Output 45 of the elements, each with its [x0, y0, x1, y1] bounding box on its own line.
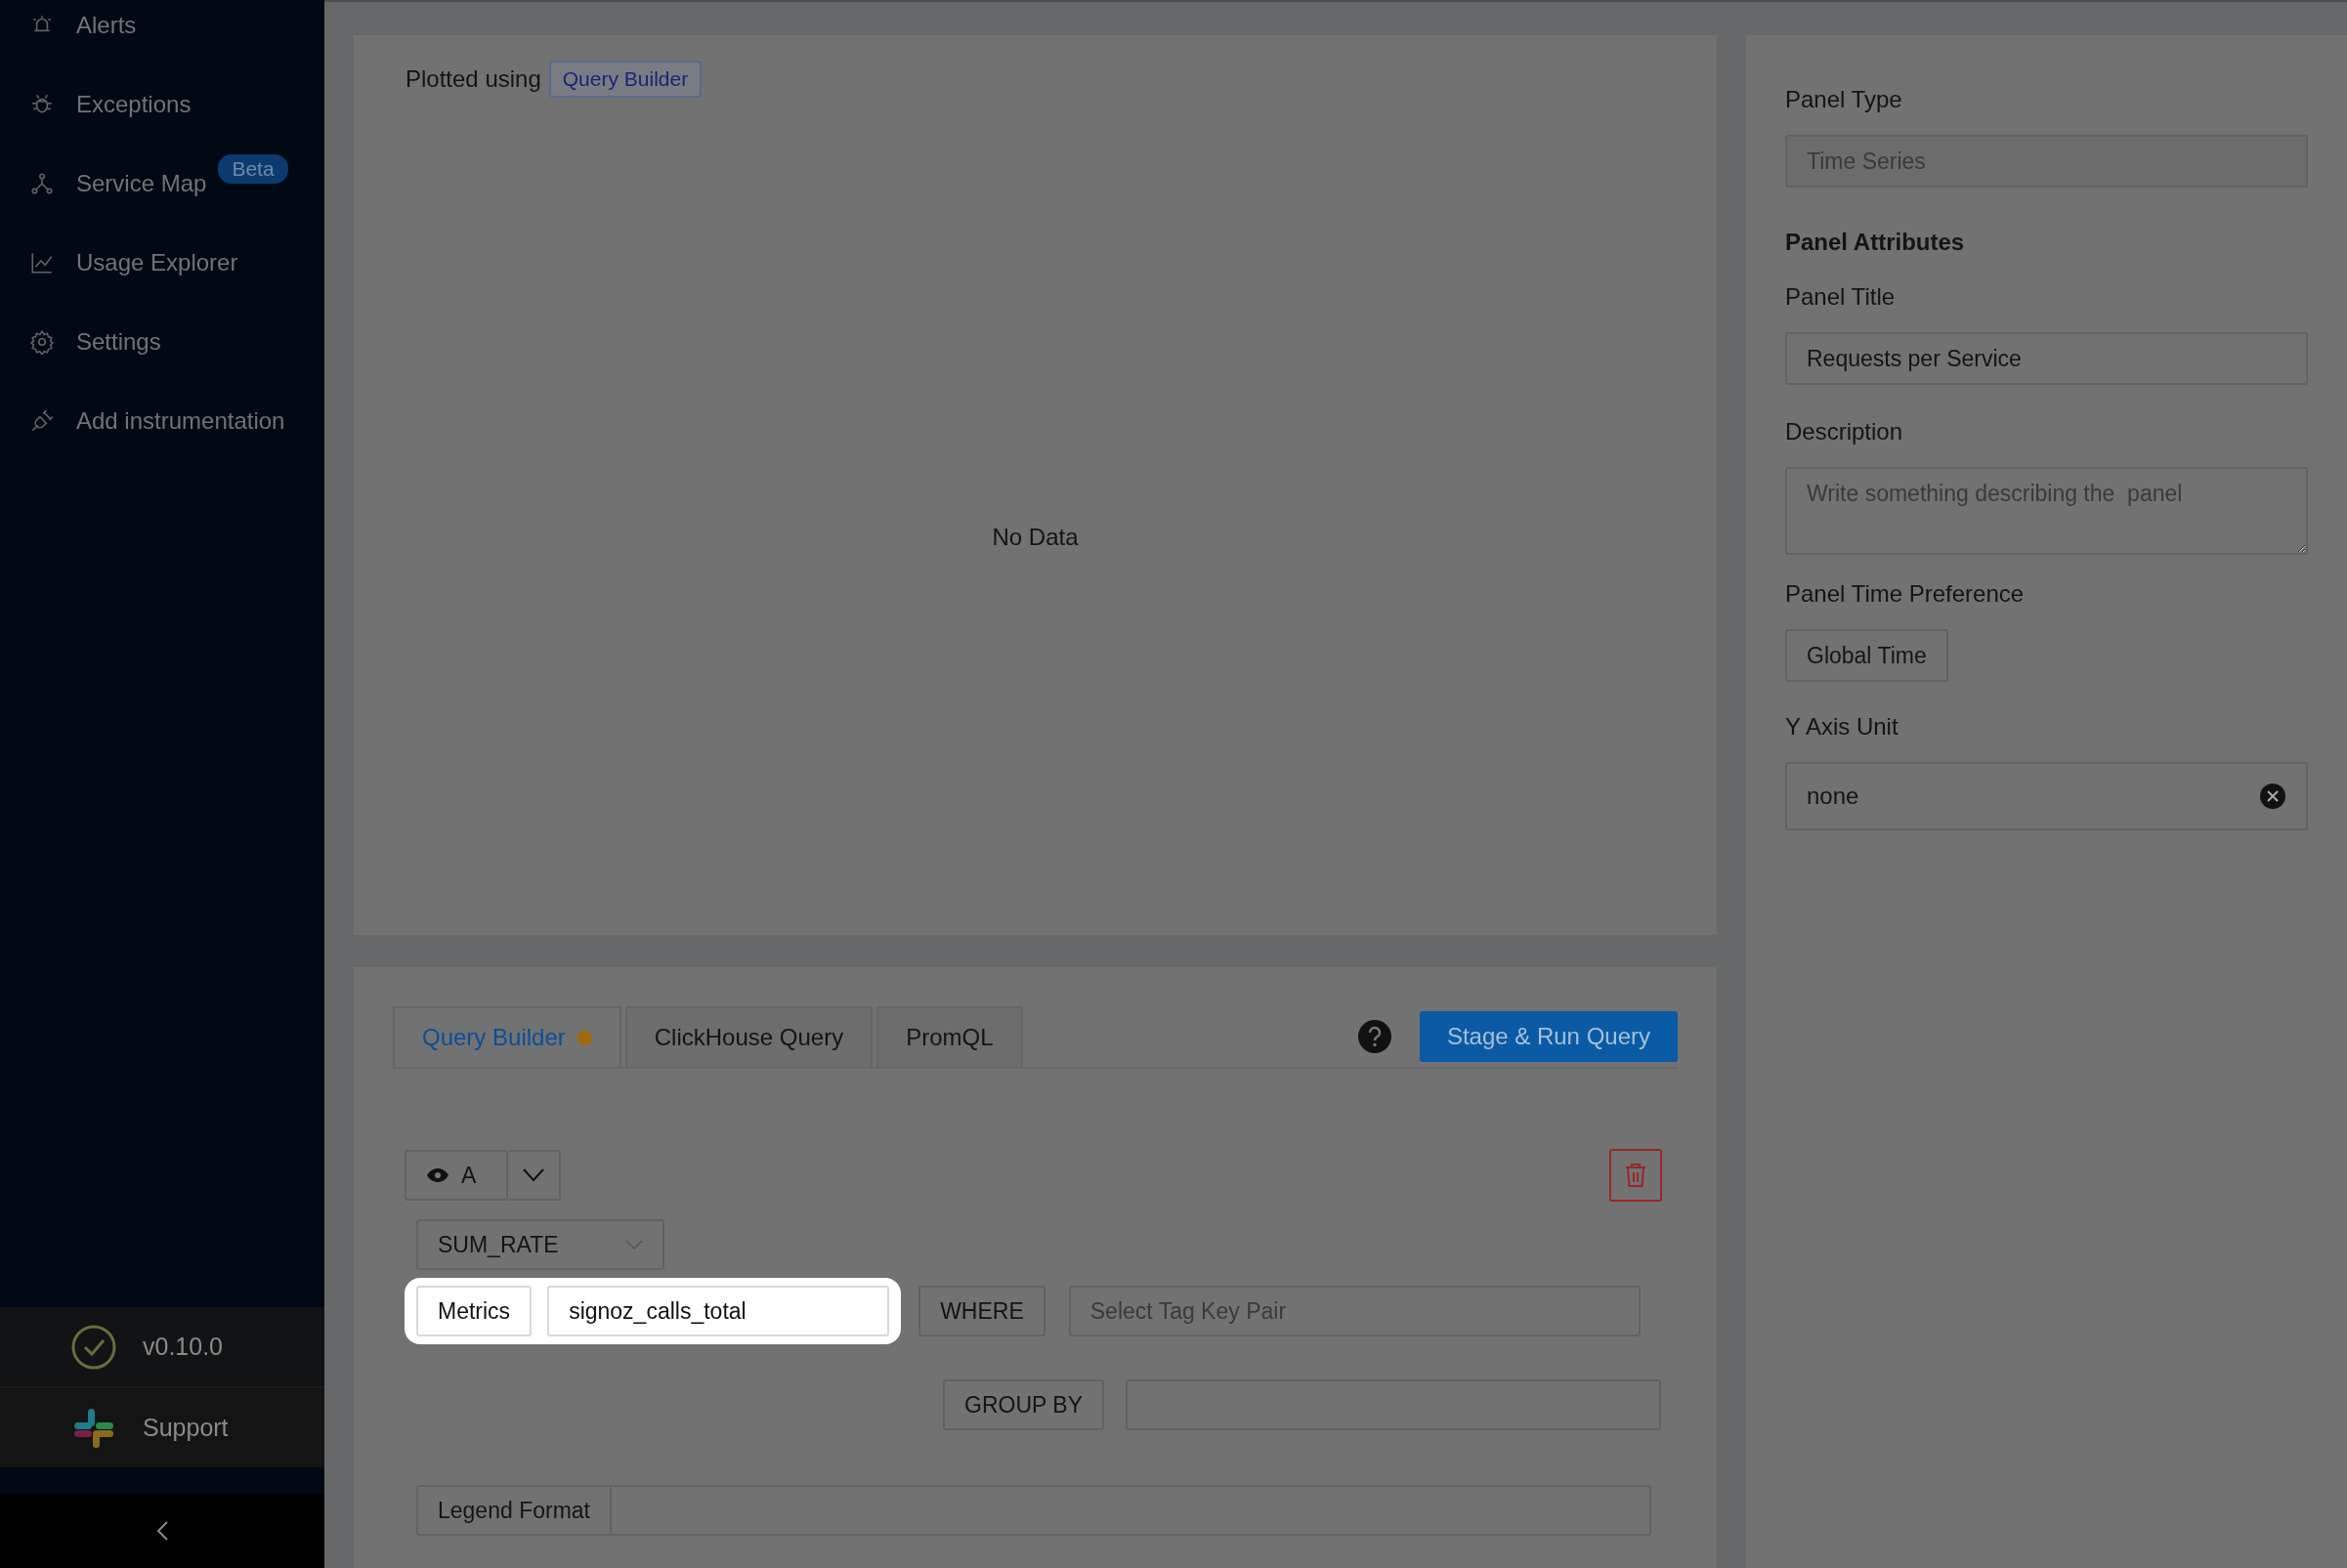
y-axis-unit-select[interactable]: none	[1785, 762, 2308, 830]
metrics-input[interactable]: signoz_calls_total	[547, 1286, 890, 1336]
plug-icon	[29, 407, 55, 434]
sidebar-item[interactable]: Add instrumentation	[76, 406, 285, 435]
tag-filter-input[interactable]: Select Tag Key Pair	[1068, 1286, 1641, 1336]
check-circle-icon	[70, 1323, 117, 1371]
sidebar-item[interactable]: Service Map	[76, 169, 207, 197]
no-data-text: No Data	[991, 524, 1080, 551]
y-axis-unit-label: Y Axis Unit	[1785, 713, 1899, 741]
query-visibility-toggle[interactable]: A	[405, 1150, 508, 1201]
support-link[interactable]: Support	[143, 1414, 229, 1442]
sidebar-item[interactable]: Usage Explorer	[76, 248, 238, 276]
eye-icon	[426, 1167, 449, 1183]
help-icon[interactable]	[1356, 1019, 1392, 1054]
sidebar-item[interactable]: Exceptions	[76, 90, 192, 118]
metrics-label: Metrics	[416, 1286, 533, 1336]
description-textarea[interactable]: Write something describing the panel	[1785, 467, 2308, 555]
plotted-using-label: Plotted using	[405, 65, 541, 93]
panel-title-input[interactable]: Requests per Service	[1785, 332, 2308, 385]
query-tab[interactable]: PromQL	[876, 1006, 1023, 1067]
beta-badge: Beta	[218, 153, 288, 184]
global-time-button[interactable]: Global Time	[1785, 629, 1948, 682]
collapse-caret-icon[interactable]	[155, 1520, 169, 1542]
sidebar-item[interactable]: Alerts	[76, 11, 137, 39]
version-text: v0.10.0	[143, 1333, 223, 1361]
sidebar-item[interactable]: Settings	[76, 327, 161, 356]
expand-toggle[interactable]	[508, 1150, 561, 1201]
chevron-down-icon	[523, 1168, 544, 1182]
clear-icon[interactable]	[2259, 783, 2286, 810]
group-by-label: GROUP BY	[943, 1379, 1104, 1430]
query-builder-tag: Query Builder	[548, 61, 703, 98]
legend-format-label: Legend Format	[416, 1485, 612, 1536]
panel-type-label: Panel Type	[1785, 86, 1903, 113]
panel-attributes-heading: Panel Attributes	[1785, 229, 1966, 256]
aggregate-select[interactable]: SUM_RATE	[416, 1219, 664, 1270]
stage-run-query-button[interactable]: Stage & Run Query	[1419, 1011, 1678, 1062]
where-label: WHERE	[918, 1286, 1045, 1336]
panel-title-label: Panel Title	[1785, 283, 1897, 311]
chevron-down-icon	[625, 1240, 643, 1250]
trash-icon	[1625, 1163, 1646, 1188]
delete-button[interactable]	[1609, 1149, 1662, 1202]
settings-icon	[29, 328, 55, 355]
description-label: Description	[1785, 418, 1904, 445]
time-preference-label: Panel Time Preference	[1785, 580, 2026, 608]
query-tab[interactable]: ClickHouse Query	[624, 1006, 874, 1067]
